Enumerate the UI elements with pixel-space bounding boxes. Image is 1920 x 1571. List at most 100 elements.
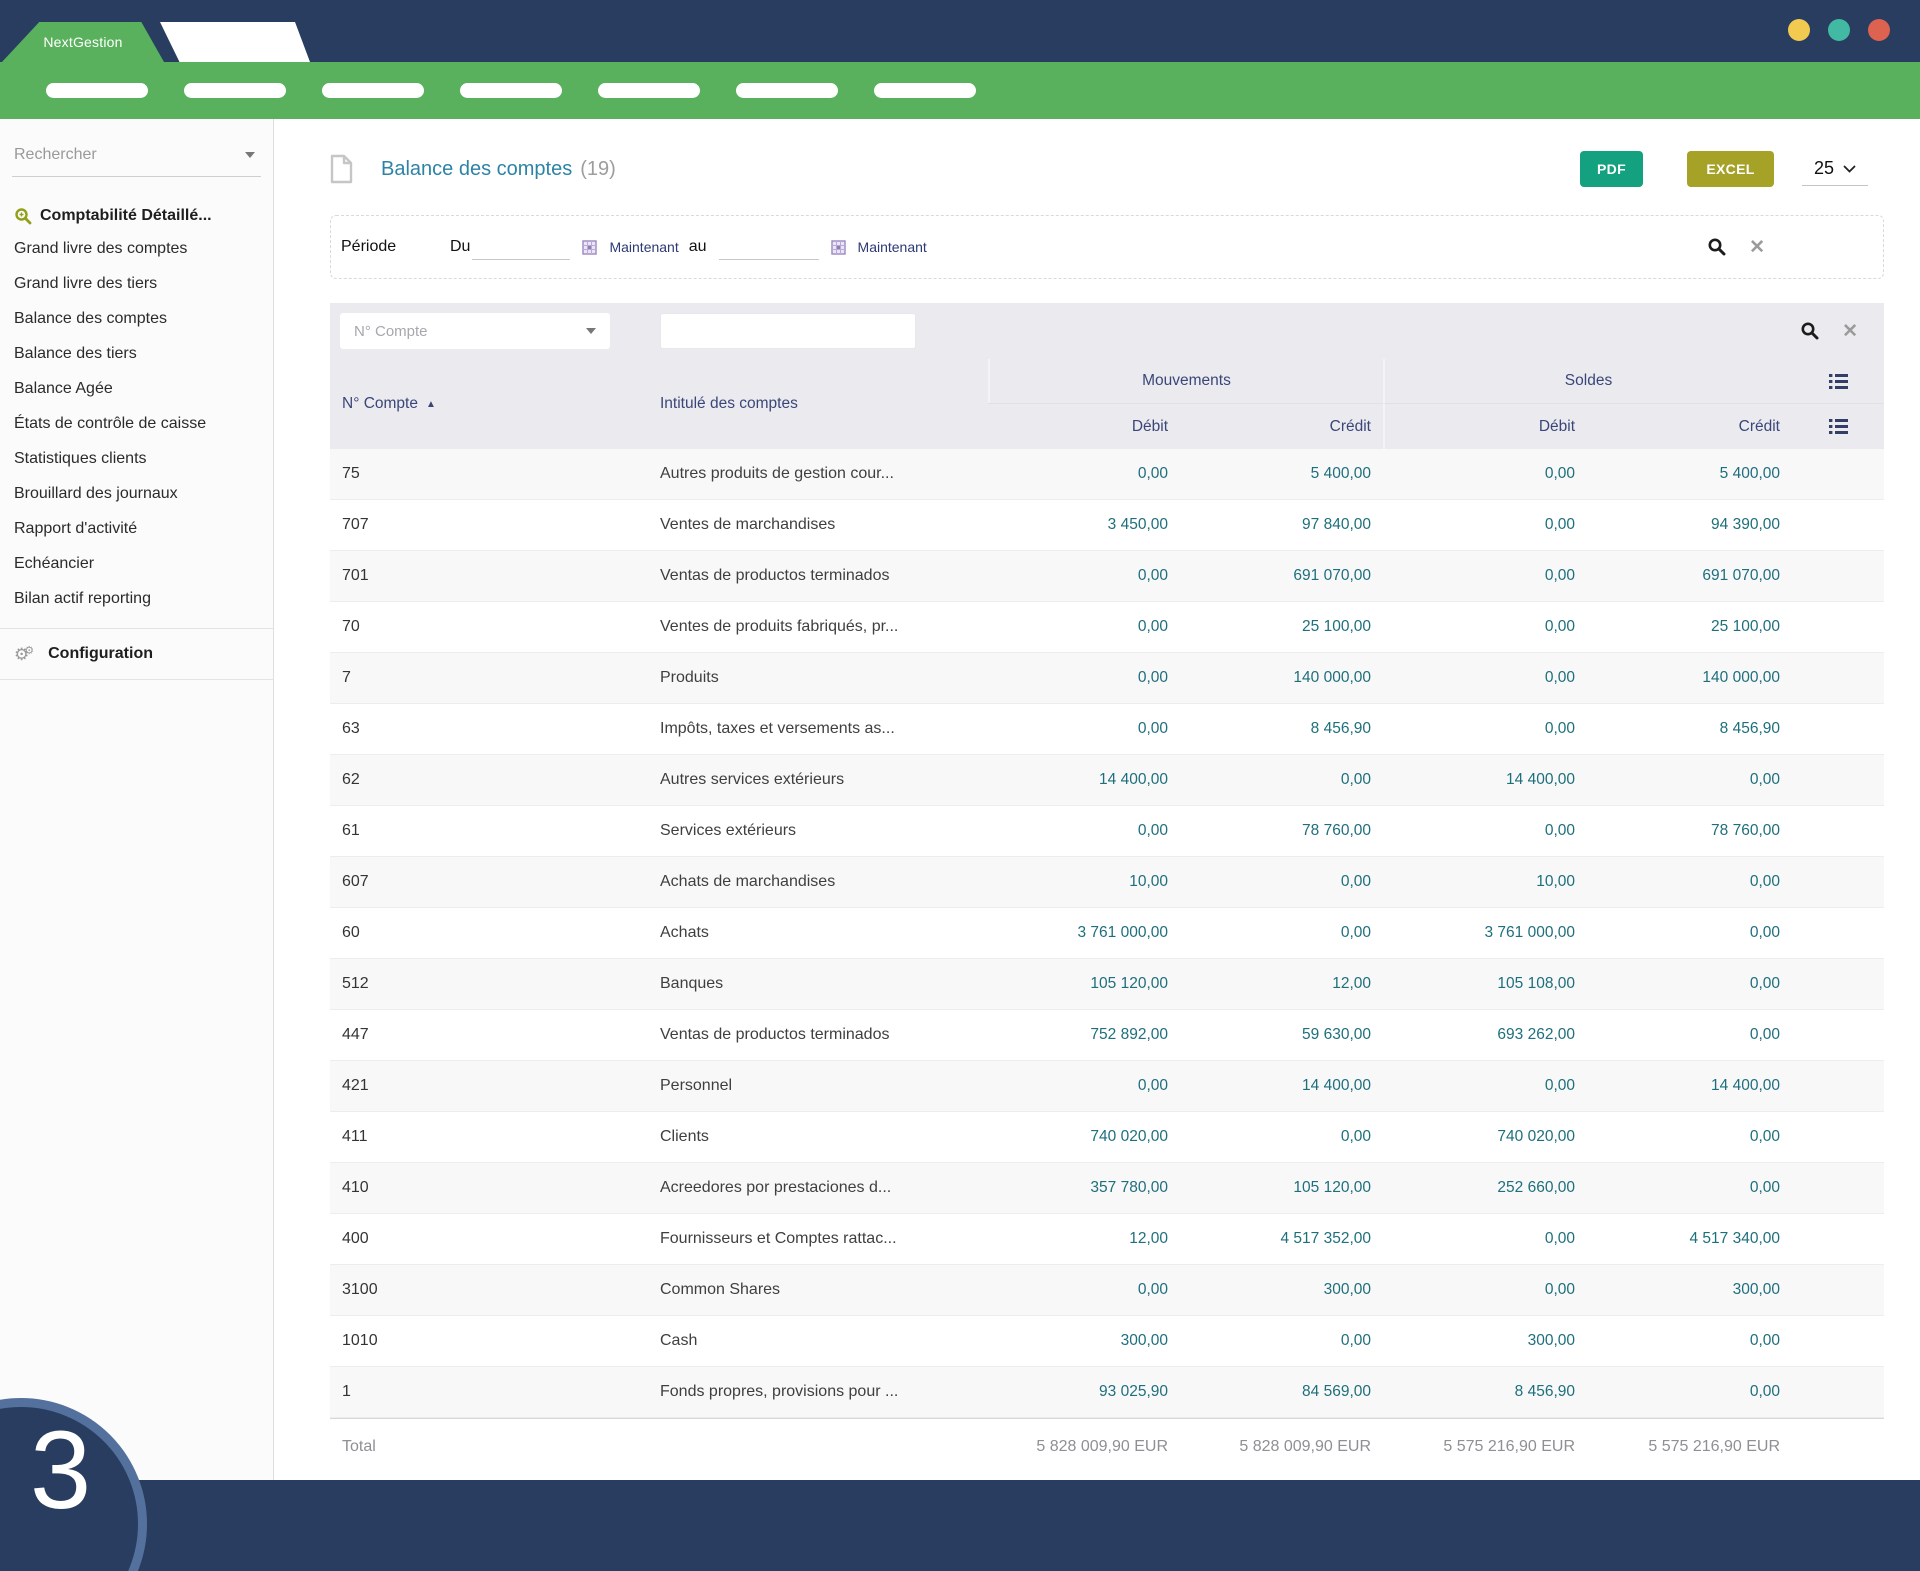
- amount-solde-credit: 0,00: [1587, 975, 1792, 993]
- table-row[interactable]: 61Services extérieurs0,0078 760,000,0078…: [330, 806, 1884, 857]
- table-row[interactable]: 421Personnel0,0014 400,000,0014 400,00: [330, 1061, 1884, 1112]
- amount-mvt-credit: 5 400,00: [1180, 465, 1383, 483]
- table-row[interactable]: 701Ventas de productos terminados0,00691…: [330, 551, 1884, 602]
- sidebar-item[interactable]: États de contrôle de caisse: [12, 406, 261, 441]
- sidebar-section-comptabilite[interactable]: Comptabilité Détaillé...: [14, 207, 261, 225]
- amount-mvt-credit: 0,00: [1180, 873, 1383, 891]
- sidebar-item-configuration[interactable]: ⚙⚙ Configuration: [12, 629, 261, 679]
- table-row[interactable]: 62Autres services extérieurs14 400,000,0…: [330, 755, 1884, 806]
- column-header-label[interactable]: Intitulé des comptes: [660, 359, 988, 449]
- page-size-select[interactable]: 25: [1802, 152, 1868, 186]
- sidebar-item[interactable]: Bilan actif reporting: [12, 581, 261, 616]
- sidebar-item[interactable]: Echéancier: [12, 546, 261, 581]
- account-number: 707: [330, 516, 660, 534]
- table-row[interactable]: 447Ventas de productos terminados752 892…: [330, 1010, 1884, 1061]
- sidebar-item[interactable]: Statistiques clients: [12, 441, 261, 476]
- account-label: Cash: [660, 1332, 988, 1350]
- column-settings-button[interactable]: [1792, 359, 1884, 403]
- now-link-to[interactable]: Maintenant: [858, 239, 927, 255]
- amount-solde-debit: 105 108,00: [1383, 975, 1587, 993]
- main-menu-bar: [0, 62, 1920, 119]
- group-header-soldes: Soldes: [1383, 359, 1792, 403]
- account-label: Produits: [660, 669, 988, 687]
- table-row[interactable]: 512Banques105 120,0012,00105 108,000,00: [330, 959, 1884, 1010]
- table-row[interactable]: 75Autres produits de gestion cour...0,00…: [330, 449, 1884, 500]
- amount-mvt-credit: 4 517 352,00: [1180, 1230, 1383, 1248]
- account-number: 60: [330, 924, 660, 942]
- period-clear-button[interactable]: ✕: [1749, 238, 1765, 257]
- chevron-down-icon: [245, 152, 255, 158]
- period-label: Période: [341, 238, 410, 256]
- sidebar-item[interactable]: Balance Agée: [12, 371, 261, 406]
- period-panel: Période Du Maintenant au M: [330, 215, 1884, 279]
- amount-mvt-credit: 0,00: [1180, 1332, 1383, 1350]
- nav-pill[interactable]: [874, 83, 976, 98]
- date-to-input[interactable]: [719, 234, 819, 260]
- table-row[interactable]: 411Clients740 020,000,00740 020,000,00: [330, 1112, 1884, 1163]
- window-dot-red[interactable]: [1868, 19, 1890, 41]
- table-search-button[interactable]: [1800, 321, 1820, 341]
- excel-button[interactable]: EXCEL: [1687, 151, 1774, 187]
- window-dot-yellow[interactable]: [1788, 19, 1810, 41]
- sidebar-item[interactable]: Brouillard des journaux: [12, 476, 261, 511]
- nav-pill[interactable]: [46, 83, 148, 98]
- table-row[interactable]: 607Achats de marchandises10,000,0010,000…: [330, 857, 1884, 908]
- nav-pill[interactable]: [322, 83, 424, 98]
- account-label: Ventas de productos terminados: [660, 567, 988, 585]
- search-input[interactable]: Rechercher: [12, 133, 261, 177]
- amount-mvt-debit: 10,00: [988, 873, 1180, 891]
- table-row[interactable]: 1Fonds propres, provisions pour ...93 02…: [330, 1367, 1884, 1418]
- sidebar-item[interactable]: Rapport d'activité: [12, 511, 261, 546]
- account-number: 7: [330, 669, 660, 687]
- brand-tab[interactable]: NextGestion: [2, 22, 164, 62]
- column-header-mvt-debit[interactable]: Débit: [988, 403, 1180, 449]
- amount-mvt-debit: 300,00: [988, 1332, 1180, 1350]
- table-filter-row: N° Compte ✕: [330, 303, 1884, 359]
- column-header-account-label: N° Compte: [342, 395, 418, 413]
- column-header-account[interactable]: N° Compte ▲: [330, 359, 660, 449]
- column-settings-button[interactable]: [1792, 403, 1884, 449]
- sidebar-item[interactable]: Grand livre des comptes: [12, 231, 261, 266]
- account-label: Impôts, taxes et versements as...: [660, 720, 988, 738]
- list-icon: [1829, 374, 1848, 389]
- table-row[interactable]: 70Ventes de produits fabriqués, pr...0,0…: [330, 602, 1884, 653]
- account-filter-select[interactable]: N° Compte: [340, 313, 610, 349]
- table-row[interactable]: 400Fournisseurs et Comptes rattac...12,0…: [330, 1214, 1884, 1265]
- nav-pill[interactable]: [460, 83, 562, 98]
- amount-mvt-debit: 105 120,00: [988, 975, 1180, 993]
- amount-mvt-debit: 3 761 000,00: [988, 924, 1180, 942]
- amount-mvt-credit: 8 456,90: [1180, 720, 1383, 738]
- period-search-button[interactable]: [1707, 237, 1727, 257]
- table-clear-button[interactable]: ✕: [1842, 322, 1858, 341]
- calendar-icon[interactable]: [831, 240, 846, 255]
- sidebar-item[interactable]: Grand livre des tiers: [12, 266, 261, 301]
- sidebar-item[interactable]: Balance des tiers: [12, 336, 261, 371]
- table-row[interactable]: 3100Common Shares0,00300,000,00300,00: [330, 1265, 1884, 1316]
- table-body: 75Autres produits de gestion cour...0,00…: [330, 449, 1884, 1418]
- table-row[interactable]: 63Impôts, taxes et versements as...0,008…: [330, 704, 1884, 755]
- column-header-solde-debit[interactable]: Débit: [1383, 403, 1587, 449]
- calendar-icon[interactable]: [582, 240, 597, 255]
- column-header-solde-credit[interactable]: Crédit: [1587, 403, 1792, 449]
- table-row[interactable]: 7Produits0,00140 000,000,00140 000,00: [330, 653, 1884, 704]
- window-dot-teal[interactable]: [1828, 19, 1850, 41]
- amount-mvt-credit: 105 120,00: [1180, 1179, 1383, 1197]
- nav-pill[interactable]: [184, 83, 286, 98]
- account-number: 421: [330, 1077, 660, 1095]
- sidebar-item[interactable]: Balance des comptes: [12, 301, 261, 336]
- table-row[interactable]: 410Acreedores por prestaciones d...357 7…: [330, 1163, 1884, 1214]
- table-row[interactable]: 707Ventes de marchandises3 450,0097 840,…: [330, 500, 1884, 551]
- account-number: 411: [330, 1128, 660, 1146]
- account-number: 3100: [330, 1281, 660, 1299]
- now-link-from[interactable]: Maintenant: [609, 239, 678, 255]
- table-row[interactable]: 1010Cash300,000,00300,000,00: [330, 1316, 1884, 1367]
- nav-pill[interactable]: [598, 83, 700, 98]
- column-header-mvt-credit[interactable]: Crédit: [1180, 403, 1383, 449]
- amount-mvt-credit: 84 569,00: [1180, 1383, 1383, 1401]
- label-filter-input[interactable]: [660, 313, 916, 349]
- amount-mvt-credit: 25 100,00: [1180, 618, 1383, 636]
- pdf-button[interactable]: PDF: [1580, 151, 1643, 187]
- table-row[interactable]: 60Achats3 761 000,000,003 761 000,000,00: [330, 908, 1884, 959]
- date-from-input[interactable]: [472, 234, 570, 260]
- nav-pill[interactable]: [736, 83, 838, 98]
